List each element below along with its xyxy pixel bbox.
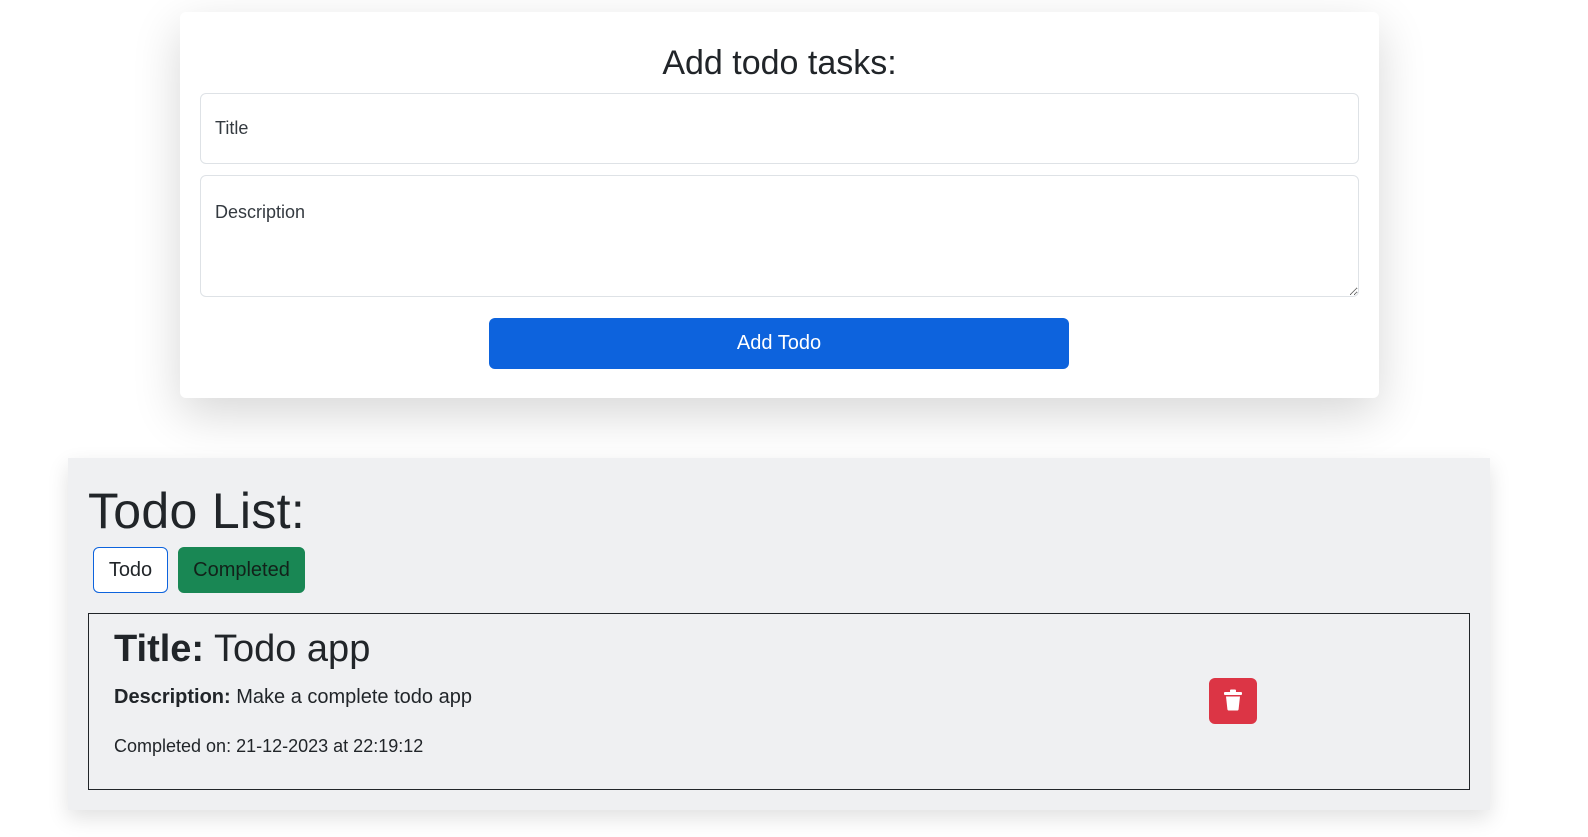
- description-input[interactable]: [200, 175, 1359, 297]
- delete-todo-button[interactable]: [1209, 678, 1257, 724]
- add-todo-card: Add todo tasks: Add Todo: [180, 12, 1379, 398]
- todo-list-panel: Todo List: Todo Completed Title: Todo ap…: [68, 458, 1490, 810]
- completed-filter-button[interactable]: Completed: [178, 547, 305, 593]
- todo-item-description-label: Description:: [114, 686, 231, 708]
- trash-icon: [1224, 689, 1242, 714]
- todo-item-title-value: Todo app: [213, 628, 371, 670]
- add-todo-heading: Add todo tasks:: [662, 44, 897, 82]
- todo-item-title: Title: Todo app: [114, 628, 370, 671]
- todo-item-description-value: Make a complete todo app: [236, 686, 472, 708]
- todo-filter-button[interactable]: Todo: [93, 547, 168, 593]
- add-todo-button[interactable]: Add Todo: [489, 318, 1069, 369]
- todo-item-completed-value: 21-12-2023 at 22:19:12: [236, 736, 424, 756]
- todo-list-heading: Todo List:: [88, 483, 306, 539]
- todo-item-completed-date: Completed on: 21-12-2023 at 22:19:12: [114, 736, 423, 757]
- title-input[interactable]: [200, 93, 1359, 164]
- todo-item-title-label: Title:: [114, 628, 205, 670]
- todo-item-description: Description: Make a complete todo app: [114, 686, 472, 709]
- todo-item-completed-label: Completed on:: [114, 736, 232, 756]
- todo-item: Title: Todo app Description: Make a comp…: [88, 613, 1470, 790]
